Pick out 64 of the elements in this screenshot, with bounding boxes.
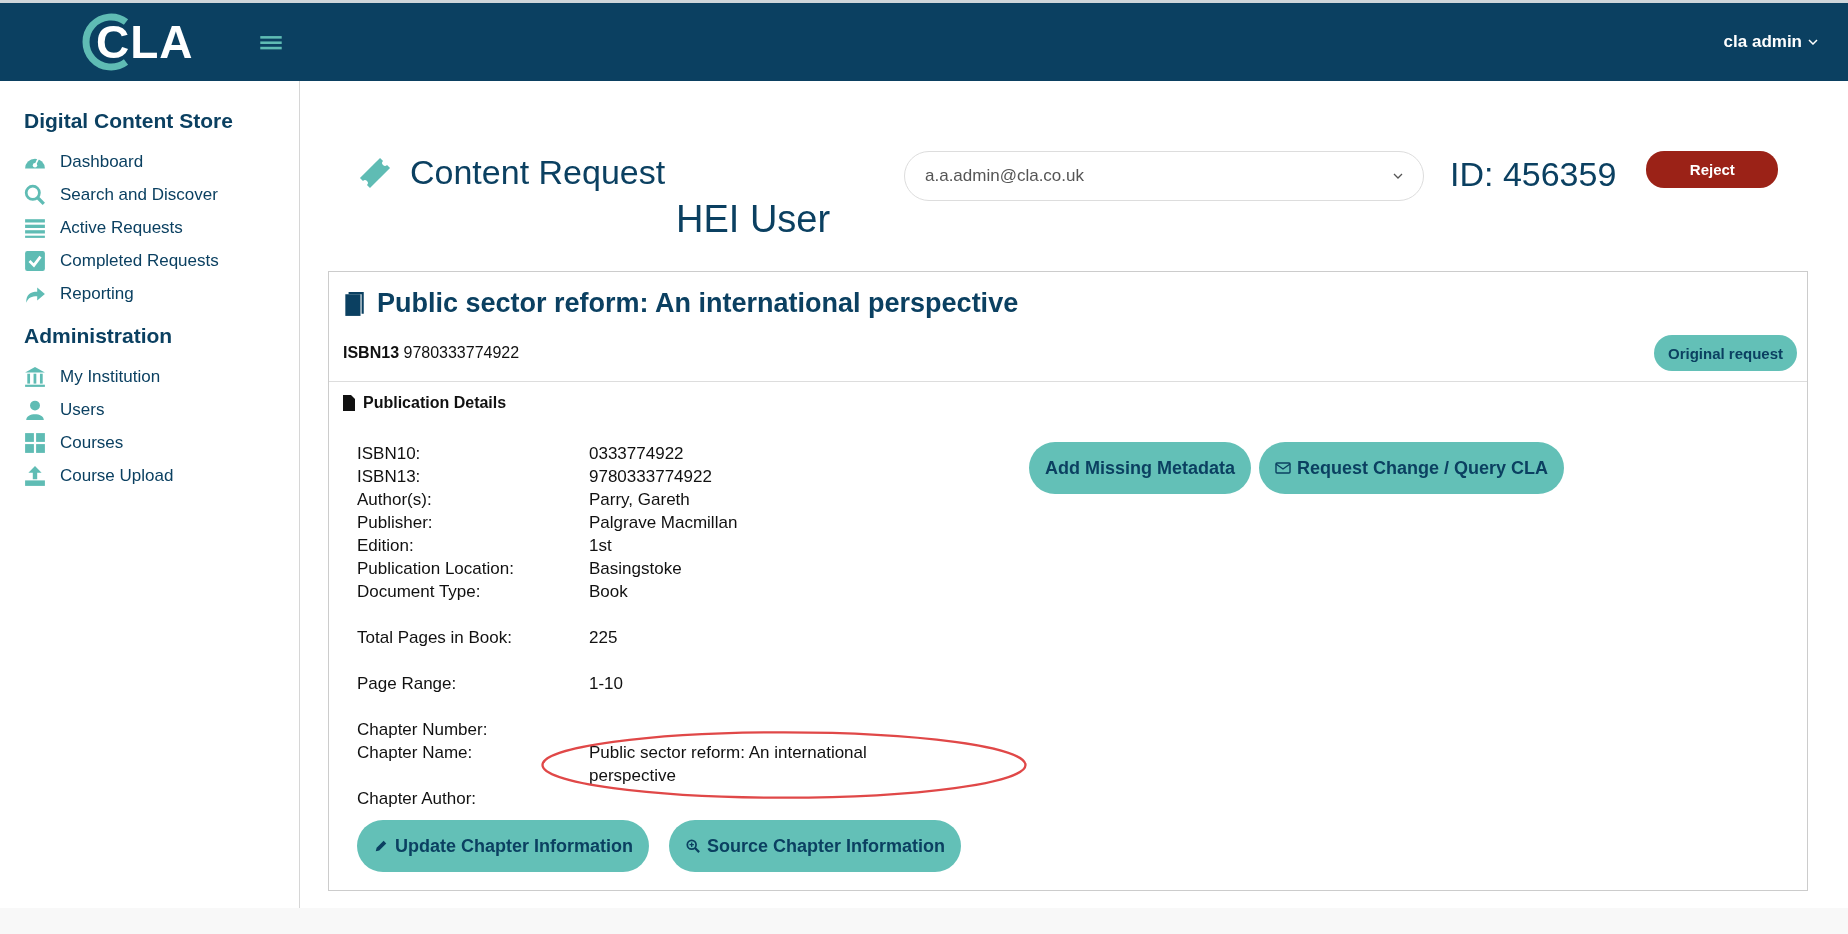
sidebar-heading: Digital Content Store — [24, 109, 234, 133]
detail-value: 1-10 — [589, 673, 625, 695]
book-icon — [343, 290, 365, 317]
user-select[interactable]: a.a.admin@cla.co.uk — [904, 151, 1424, 201]
sidebar-item[interactable]: Completed Requests — [24, 244, 299, 277]
detail-label: Chapter Name: — [357, 742, 474, 764]
detail-value: Basingstoke — [589, 558, 683, 580]
search-icon — [24, 183, 46, 206]
user-role: HEI User — [676, 198, 832, 241]
section-heading: Publication Details — [363, 394, 507, 412]
action-button[interactable]: Source Chapter Information — [669, 820, 962, 872]
sidebar-item[interactable]: Course Upload — [24, 459, 299, 492]
upload-icon — [24, 464, 46, 487]
sidebar-item[interactable]: Users — [24, 393, 299, 426]
detail-label: Publication Location: — [357, 558, 515, 580]
detail-value: Parry, Gareth — [589, 489, 691, 511]
sidebar-item[interactable]: Reporting — [24, 277, 299, 310]
action-button[interactable]: Request Change / Query CLA — [1259, 442, 1565, 494]
sidebar-item[interactable]: Active Requests — [24, 211, 299, 244]
action-button[interactable]: Update Chapter Information — [357, 820, 649, 872]
caret-icon — [1393, 173, 1403, 179]
sidebar-item[interactable]: Dashboard — [24, 145, 299, 178]
file-icon — [343, 395, 355, 411]
detail-label: Publisher: — [357, 512, 434, 534]
user-menu[interactable]: cla admin — [1717, 31, 1824, 53]
check-icon — [24, 249, 46, 272]
list-icon — [24, 216, 46, 239]
zoom-in-icon — [685, 839, 701, 853]
detail-label: Page Range: — [357, 673, 458, 695]
detail-value: Palgrave Macmillan — [589, 512, 739, 534]
detail-value: 1st — [589, 535, 613, 557]
menu-icon[interactable] — [259, 34, 282, 50]
detail-label: Chapter Author: — [357, 788, 478, 810]
detail-value: Public sector reform: An international perspective — [589, 742, 868, 787]
detail-value: 0333774922 — [589, 443, 685, 465]
book-title: Public sector reform: An international perspective — [377, 288, 1019, 319]
user-icon — [24, 398, 46, 421]
sidebar-item[interactable]: Courses — [24, 426, 299, 459]
detail-label: Author(s): — [357, 489, 433, 511]
original-request-button[interactable]: Original request — [1653, 335, 1797, 371]
envelope-icon — [1275, 461, 1292, 475]
detail-label: Edition: — [357, 535, 415, 557]
sidebar-item[interactable]: My Institution — [24, 360, 299, 393]
request-id: ID: 456359 — [1450, 155, 1617, 194]
action-button[interactable]: Add Missing Metadata — [1029, 442, 1252, 494]
detail-value: Book — [589, 581, 629, 603]
isbn-text: ISBN13 9780333774922 — [343, 344, 520, 362]
sidebar-heading: Administration — [24, 324, 174, 348]
detail-label: Total Pages in Book: — [357, 627, 513, 649]
grid-icon — [24, 431, 46, 454]
detail-value: 225 — [589, 627, 619, 649]
ticket-icon — [358, 155, 392, 190]
sidebar-item[interactable]: Search and Discover — [24, 178, 299, 211]
detail-label: Document Type: — [357, 581, 482, 603]
detail-value: 9780333774922 — [589, 466, 713, 488]
cla-logo[interactable]: CLA — [76, 10, 194, 74]
detail-label: ISBN10: — [357, 443, 422, 465]
reject-button[interactable]: Reject — [1646, 151, 1779, 188]
pencil-icon — [373, 839, 389, 853]
detail-label: ISBN13: — [357, 466, 422, 488]
bank-icon — [24, 365, 46, 388]
page-title: Content Request — [410, 153, 666, 192]
caret-icon — [1808, 39, 1818, 45]
detail-label: Chapter Number: — [357, 719, 489, 741]
